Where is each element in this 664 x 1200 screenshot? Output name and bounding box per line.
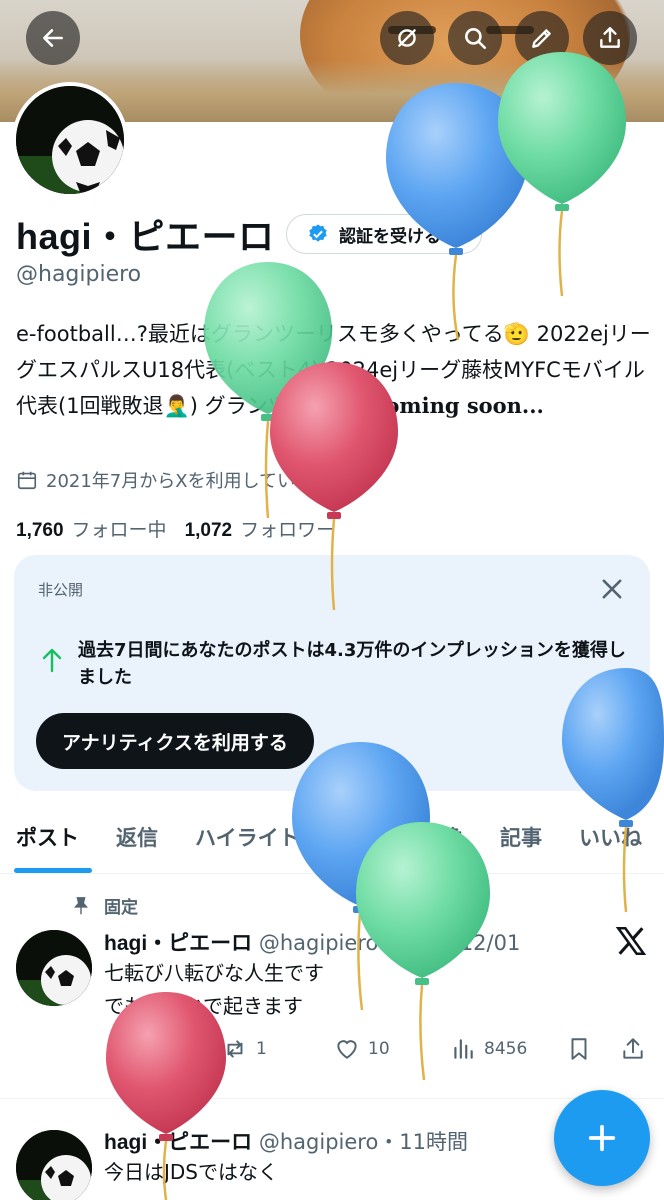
pencil-icon [532,29,551,48]
soccer-ball-image [16,1130,92,1200]
post-author-name[interactable]: hagi・ピエーロ [104,932,252,955]
get-verified-button[interactable]: 認証を受ける [286,214,482,254]
private-label: 非公開 [38,581,84,599]
repost-button[interactable]: 1 [222,1036,267,1062]
post-body: 今日はJDSではなく [104,1156,278,1189]
active-tab-indicator [14,868,92,873]
tab-images[interactable]: 画像 [421,822,463,852]
profile-bio-text: e-football…?最近はグランツーリスモ多くやってる🫡 2022ejリーグ… [16,322,651,418]
verified-badge-icon [309,224,327,242]
hide-replies-icon [398,29,416,47]
soccer-ball-image [16,930,92,1006]
profile-handle: @hagipiero [16,262,142,287]
tab-posts[interactable]: ポスト [16,822,79,852]
post-line: 今日はJDSではなく [104,1160,278,1184]
search-button[interactable] [448,11,502,65]
followers-link[interactable]: 1,072 フォロワー [185,515,336,542]
tab-likes[interactable]: いいね [579,822,642,852]
search-icon [465,28,487,50]
repost-count: 1 [256,1039,267,1059]
like-button[interactable]: 10 [334,1036,390,1062]
post-author-name[interactable]: hagi・ピエーロ [104,1131,252,1154]
followers-label: フォロワー [240,519,336,541]
pin-icon [73,896,89,914]
views-chart-icon [454,1039,473,1059]
share-button[interactable] [583,11,637,65]
join-date-text: 2021年7月からXを利用しています [46,471,332,492]
bookmark-icon [571,1038,587,1060]
post-header: hagi・ピエーロ @hagipiero・11時間 [104,1126,468,1156]
profile-bio: e-football…?最近はグランツーリスモ多くやってる🫡 2022ejリーグ… [16,316,652,424]
reply-icon [106,1039,127,1061]
impressions-message: 過去7日間にあなたのポストは4.3万件のインプレッションを獲得しました [78,640,626,688]
pinned-label: 固定 [70,893,138,918]
post-header: hagi・ピエーロ @hagipiero・2024/12/01 [104,927,520,957]
profile-avatar[interactable] [12,82,128,198]
post-avatar[interactable] [16,930,92,1006]
heart-icon [337,1040,357,1059]
post-line: 七転び八転びな人生です [104,961,324,985]
x-logo-icon [615,926,647,956]
like-count: 10 [368,1039,390,1059]
views-count: 8456 [484,1039,528,1059]
following-label: フォロー中 [71,519,167,541]
post-share-button[interactable] [620,1036,654,1062]
following-count: 1,760 [16,520,64,541]
tab-highlights[interactable]: ハイライト [195,822,300,852]
arrow-left-icon [43,29,63,47]
chevron-right-icon: › [339,468,348,492]
share-icon [600,27,620,48]
post-divider [0,1098,664,1099]
soccer-ball-image [16,86,124,194]
following-link[interactable]: 1,760 フォロー中 [16,515,167,542]
repost-icon [227,1040,243,1058]
profile-bio-more: coming soon... [372,393,544,418]
post-line: でもどこかで起きます [104,994,303,1018]
followers-count: 1,072 [184,520,233,541]
post-body: 七転び八転びな人生です でもどこかで起きます [104,957,324,1023]
share-icon [623,1038,643,1059]
pinned-text: 固定 [104,898,138,918]
calendar-icon [17,471,37,490]
post-avatar[interactable] [16,1130,92,1200]
back-button[interactable] [26,11,80,65]
views-button[interactable]: 8456 [450,1036,527,1062]
compose-post-button[interactable] [554,1090,650,1186]
post-meta: @hagipiero・2024/12/01 [258,931,521,955]
tab-articles[interactable]: 記事 [500,822,542,852]
post-meta: @hagipiero・11時間 [258,1130,469,1154]
follow-stats: 1,760 フォロー中 1,072 フォロワー [16,515,335,542]
bookmark-button[interactable] [566,1036,600,1062]
post-actions: 1 10 8456 [104,1032,650,1072]
close-icon[interactable] [598,575,626,603]
arrow-up-icon [42,648,62,673]
plus-icon [588,1124,616,1152]
analytics-card: 非公開 過去7日間にあなたのポストは4.3万件のインプレッションを獲得しました … [14,555,650,791]
join-date[interactable]: 2021年7月からXを利用しています › [16,467,347,493]
analytics-button[interactable]: アナリティクスを利用する [36,713,314,769]
get-verified-label: 認証を受ける [339,226,441,247]
profile-name: hagi・ピエーロ [16,216,275,257]
reply-button[interactable] [104,1036,138,1062]
hide-replies-button[interactable] [380,11,434,65]
tab-replies[interactable]: 返信 [116,822,158,852]
tab-videos[interactable]: 動画 [342,822,384,852]
edit-button[interactable] [515,11,569,65]
profile-tabs: ポスト 返信 ハイライト 動画 画像 記事 いいね [0,808,664,874]
